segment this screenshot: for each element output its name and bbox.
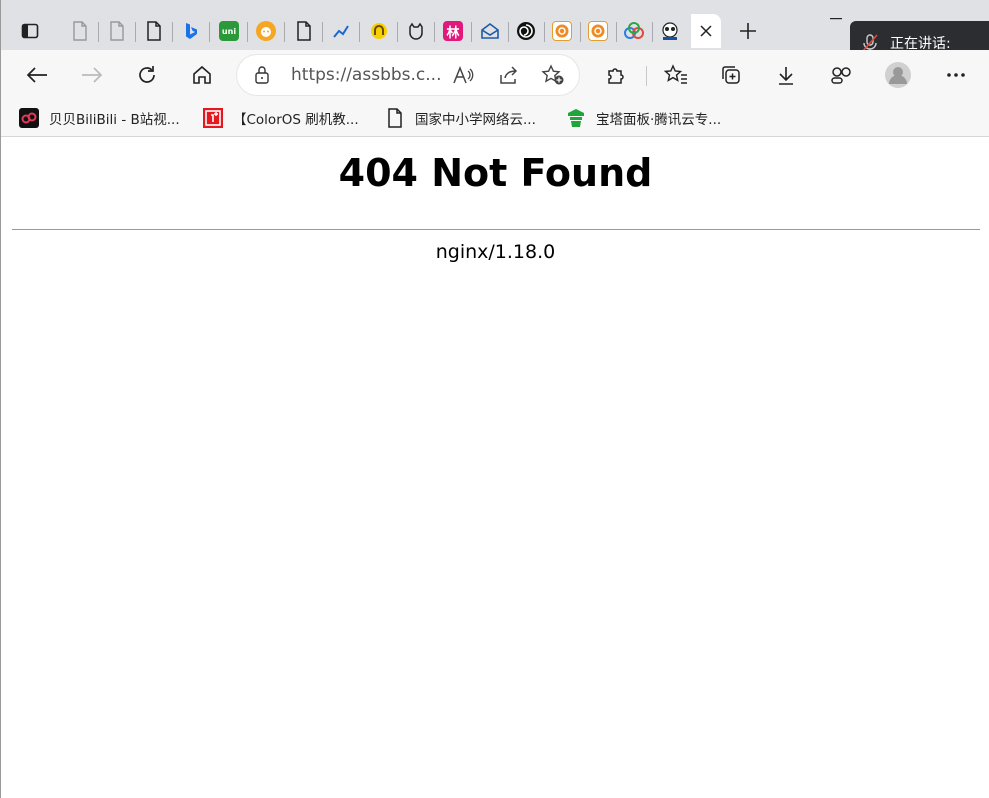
refresh-icon xyxy=(139,66,155,83)
tab-actions-button[interactable] xyxy=(13,14,47,48)
tab-12[interactable] xyxy=(472,14,509,48)
cat-icon xyxy=(256,21,276,41)
tab-strip: uni 林 xyxy=(1,0,989,52)
new-tab-button[interactable] xyxy=(734,16,762,46)
minimize-icon[interactable] xyxy=(830,18,842,20)
download-icon xyxy=(779,67,793,85)
page-icon xyxy=(73,21,87,41)
browser-window: uni 林 正在讲话: https://assbbs.c... 贝贝BiliBi… xyxy=(0,0,989,798)
tab-5[interactable]: uni xyxy=(211,14,248,48)
cat-outline-icon xyxy=(409,22,423,40)
favorites-button[interactable] xyxy=(660,59,692,91)
tab-14[interactable] xyxy=(544,14,581,48)
bookmark-bilibili[interactable]: 贝贝BiliBili - B站视... xyxy=(19,107,180,129)
tab-6[interactable] xyxy=(248,14,285,48)
uni-icon: uni xyxy=(219,21,239,41)
bilibili-icon xyxy=(19,108,39,128)
refresh-button[interactable] xyxy=(131,59,163,91)
oneplus-icon xyxy=(203,108,223,128)
tab-15[interactable] xyxy=(580,14,617,48)
profile-button[interactable] xyxy=(882,59,914,91)
tab-4[interactable] xyxy=(173,14,210,48)
tab-2[interactable] xyxy=(99,14,136,48)
bookmark-label: 国家中小学网络云... xyxy=(415,112,536,128)
page-icon xyxy=(385,108,405,128)
bookmarks-bar: 贝贝BiliBili - B站视... 【ColorOS 刷机教... 国家中小… xyxy=(1,100,989,137)
orange-icon xyxy=(588,21,608,41)
cloud-icon xyxy=(624,22,644,39)
add-favorite-button[interactable] xyxy=(541,63,565,87)
spiral-icon xyxy=(517,22,535,40)
read-aloud-button[interactable] xyxy=(451,63,475,87)
tab-10[interactable] xyxy=(398,14,435,48)
tab-1[interactable] xyxy=(62,14,99,48)
share-icon xyxy=(500,66,518,84)
baota-icon xyxy=(566,108,586,128)
bookmark-label: 贝贝BiliBili - B站视... xyxy=(49,112,180,128)
back-arrow-icon xyxy=(26,67,47,83)
extensions-button[interactable] xyxy=(600,59,632,91)
address-bar[interactable]: https://assbbs.c... xyxy=(237,55,579,95)
puzzle-icon xyxy=(608,68,624,84)
lock-icon[interactable] xyxy=(253,65,271,89)
forward-button[interactable] xyxy=(76,59,108,91)
tab-7[interactable] xyxy=(286,14,323,48)
read-aloud-icon xyxy=(453,65,474,84)
performance-button[interactable] xyxy=(825,59,857,91)
page-icon xyxy=(297,21,311,41)
share-button[interactable] xyxy=(497,63,521,87)
page-icon xyxy=(110,21,124,41)
avatar-icon xyxy=(885,62,911,88)
bookmark-label: 宝塔面板·腾讯云专... xyxy=(596,112,722,128)
favorites-icon xyxy=(664,64,687,84)
heartbeat-icon xyxy=(831,67,851,84)
tab-13[interactable] xyxy=(508,14,545,48)
tab-3[interactable] xyxy=(136,14,173,48)
lin-icon: 林 xyxy=(443,21,463,41)
url-text[interactable]: https://assbbs.c... xyxy=(291,65,441,85)
more-icon xyxy=(947,73,965,77)
star-add-icon xyxy=(541,64,564,85)
tab-actions-icon xyxy=(21,23,39,39)
close-tab-button[interactable] xyxy=(691,14,721,48)
forward-arrow-icon xyxy=(82,67,103,83)
bookmark-smartedu[interactable]: 国家中小学网络云... xyxy=(385,107,536,129)
toolbar-separator xyxy=(646,66,647,86)
tab-8[interactable] xyxy=(323,14,360,48)
divider xyxy=(12,229,980,230)
yellow-icon xyxy=(371,23,387,39)
close-icon xyxy=(700,25,712,37)
mail-icon xyxy=(481,23,499,39)
tab-17[interactable] xyxy=(652,14,688,48)
tab-9[interactable] xyxy=(361,14,398,48)
home-button[interactable] xyxy=(186,59,218,91)
downloads-button[interactable] xyxy=(770,59,802,91)
plus-icon xyxy=(740,23,756,39)
bookmark-coloros[interactable]: 【ColorOS 刷机教... xyxy=(203,107,359,129)
back-button[interactable] xyxy=(21,59,53,91)
bing-icon xyxy=(186,23,197,39)
orange-icon xyxy=(552,21,572,41)
collections-button[interactable] xyxy=(715,59,747,91)
chart-icon xyxy=(333,25,349,38)
error-title: 404 Not Found xyxy=(338,151,653,195)
server-signature: nginx/1.18.0 xyxy=(435,241,556,263)
page-content: 404 Not Found nginx/1.18.0 xyxy=(2,137,989,798)
tab-11[interactable]: 林 xyxy=(435,14,472,48)
bookmark-baota[interactable]: 宝塔面板·腾讯云专... xyxy=(566,107,721,129)
menu-button[interactable] xyxy=(940,59,972,91)
page-icon xyxy=(147,21,161,41)
home-icon xyxy=(193,65,211,84)
panda-icon xyxy=(662,22,678,40)
tab-16[interactable] xyxy=(616,14,653,48)
bookmark-label: 【ColorOS 刷机教... xyxy=(233,112,359,128)
collections-icon xyxy=(722,66,740,84)
